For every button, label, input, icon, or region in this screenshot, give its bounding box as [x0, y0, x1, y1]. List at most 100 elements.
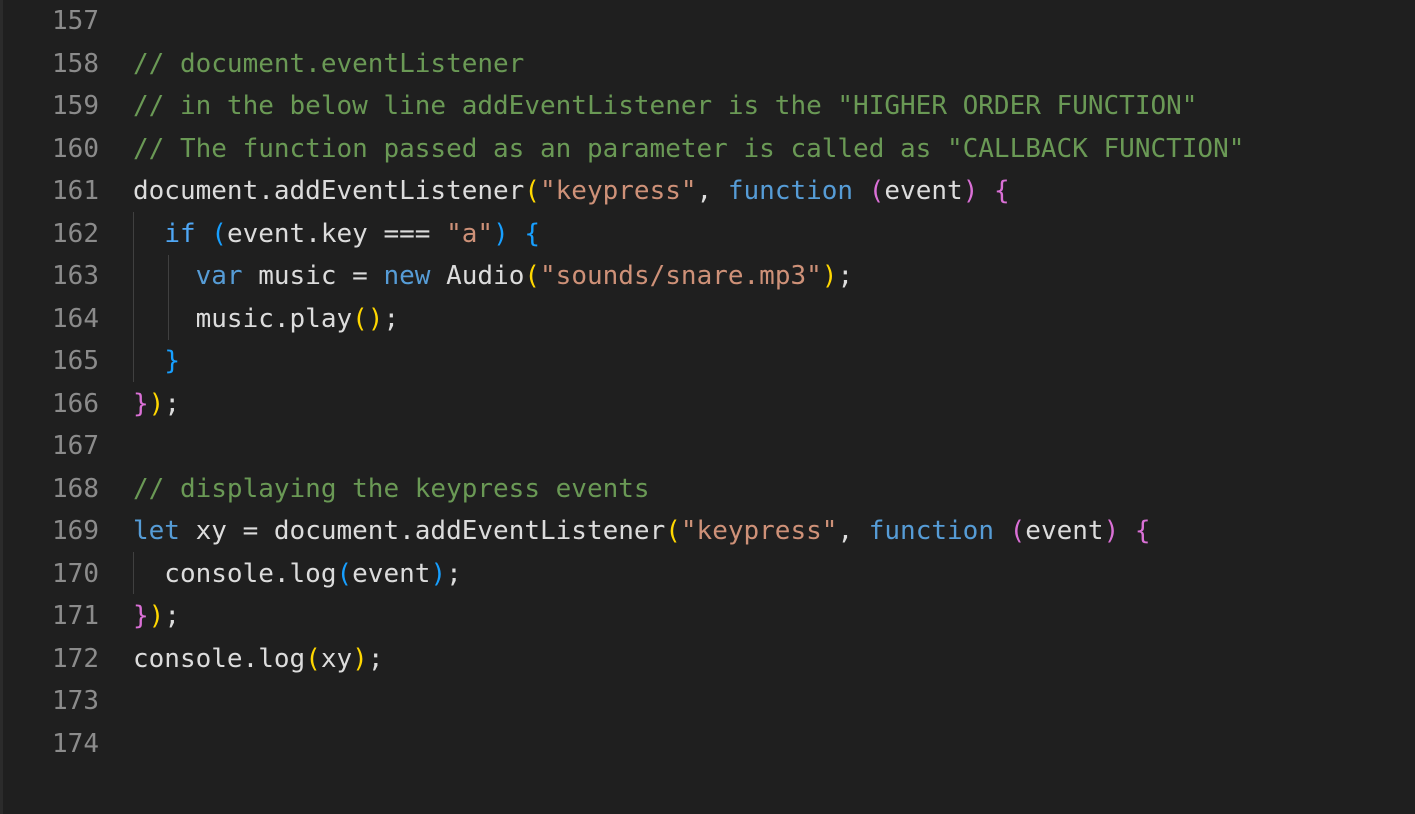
code-token: ) [430, 558, 447, 589]
code-token: ) [493, 218, 509, 249]
code-token: "keypress" [680, 516, 838, 546]
code-line[interactable]: 170 console.log(event); [3, 553, 1415, 595]
code-token: , [837, 516, 869, 546]
code-token: // in the below line addEventListener is… [133, 91, 1198, 121]
line-number: 164 [52, 303, 99, 334]
code-text: document.addEventListener("keypress", fu… [133, 170, 1010, 212]
code-token: xy [320, 643, 353, 674]
line-number: 166 [52, 388, 99, 419]
code-token: ; [383, 303, 400, 334]
line-number: 158 [52, 48, 99, 79]
code-line[interactable]: 165 } [3, 340, 1415, 382]
code-token: function [727, 176, 854, 206]
code-token: ( [211, 218, 227, 249]
code-token: ; [446, 558, 462, 589]
code-token: } [133, 388, 149, 419]
code-token: ; [164, 601, 180, 631]
code-text: music.play(); [133, 298, 400, 340]
line-number: 161 [52, 176, 99, 206]
code-token: function [868, 516, 994, 546]
code-token: ( [665, 516, 681, 546]
code-token: "a" [446, 218, 494, 249]
code-token: ) [148, 601, 165, 631]
code-token: ) [1103, 516, 1120, 546]
code-line[interactable]: 172 console.log(xy); [3, 638, 1415, 680]
code-token: event.key === [226, 218, 447, 249]
code-line[interactable]: 167 [3, 425, 1415, 467]
code-token: () [352, 303, 384, 334]
code-token: ( [305, 643, 321, 674]
code-line[interactable]: 159 // in the below line addEventListener… [3, 85, 1415, 127]
code-token: ( [524, 176, 540, 206]
code-line[interactable]: 161 document.addEventListener("keypress",… [3, 170, 1415, 212]
line-number: 165 [52, 346, 99, 376]
line-number: 157 [52, 6, 99, 36]
code-text: // The function passed as an parameter i… [133, 128, 1244, 170]
code-line[interactable]: 174 [3, 723, 1415, 765]
code-token: new [383, 261, 431, 291]
line-number: 168 [52, 473, 99, 504]
code-line[interactable]: 157 [3, 0, 1415, 42]
code-line[interactable]: 160 // The function passed as an paramete… [3, 128, 1415, 170]
line-number: 174 [52, 728, 99, 759]
line-number: 171 [52, 601, 99, 631]
line-number: 170 [52, 558, 99, 589]
code-token: { [994, 176, 1010, 206]
code-token: } [164, 346, 180, 376]
code-token: ( [336, 558, 353, 589]
code-token: ) [352, 643, 368, 674]
code-token: // The function passed as an parameter i… [133, 133, 1245, 164]
code-text: let xy = document.addEventListener("keyp… [133, 510, 1151, 552]
code-token: ; [367, 643, 384, 674]
code-line[interactable]: 164 music.play(); [3, 298, 1415, 340]
code-line[interactable]: 162 if (event.key === "a") { [3, 213, 1415, 255]
code-token: ( [868, 176, 885, 206]
code-token: let [133, 516, 180, 546]
line-number: 163 [52, 261, 99, 291]
code-token: music.play [133, 303, 353, 334]
code-text: }); [133, 595, 180, 637]
code-token: } [133, 601, 149, 631]
code-token: document.addEventListener [133, 176, 525, 206]
code-line[interactable]: 173 [3, 680, 1415, 722]
code-text: // in the below line addEventListener is… [133, 85, 1197, 127]
code-line[interactable]: 168 // displaying the keypress events [3, 468, 1415, 510]
code-token: , [696, 176, 728, 206]
code-token: { [524, 218, 541, 249]
code-token: // displaying the keypress events [133, 473, 650, 504]
code-text: // displaying the keypress events [133, 468, 650, 510]
code-text: } [133, 340, 180, 382]
code-token: ; [837, 261, 854, 291]
line-number: 173 [52, 686, 99, 716]
code-token: var [195, 261, 243, 291]
code-token: ; [164, 388, 180, 419]
code-token: xy = document.addEventListener [179, 516, 666, 546]
line-number: 169 [52, 516, 99, 546]
code-token: ) [148, 388, 165, 419]
code-text: var music = new Audio("sounds/snare.mp3"… [133, 255, 853, 297]
line-number: 159 [52, 91, 99, 121]
code-text: console.log(event); [133, 553, 462, 595]
code-line[interactable]: 166}); [3, 383, 1415, 425]
line-number: 160 [52, 133, 99, 164]
code-line[interactable]: 169 let xy = document.addEventListener("k… [3, 510, 1415, 552]
code-token: "keypress" [540, 176, 697, 206]
code-editor[interactable]: 157 158 // document.eventListener 159 // in … [0, 0, 1415, 814]
code-line[interactable]: 158 // document.eventListener [3, 43, 1415, 85]
code-line[interactable]: 171}); [3, 595, 1415, 637]
code-line[interactable]: 163 var music = new Audio("sounds/snare.… [3, 255, 1415, 297]
code-token: ( [1009, 516, 1026, 546]
code-token: console.log [133, 643, 306, 674]
code-text: console.log(xy); [133, 638, 383, 680]
code-text: }); [133, 383, 180, 425]
line-number: 167 [52, 431, 99, 461]
code-token: Audio [430, 261, 525, 291]
code-text: if (event.key === "a") { [133, 213, 540, 255]
